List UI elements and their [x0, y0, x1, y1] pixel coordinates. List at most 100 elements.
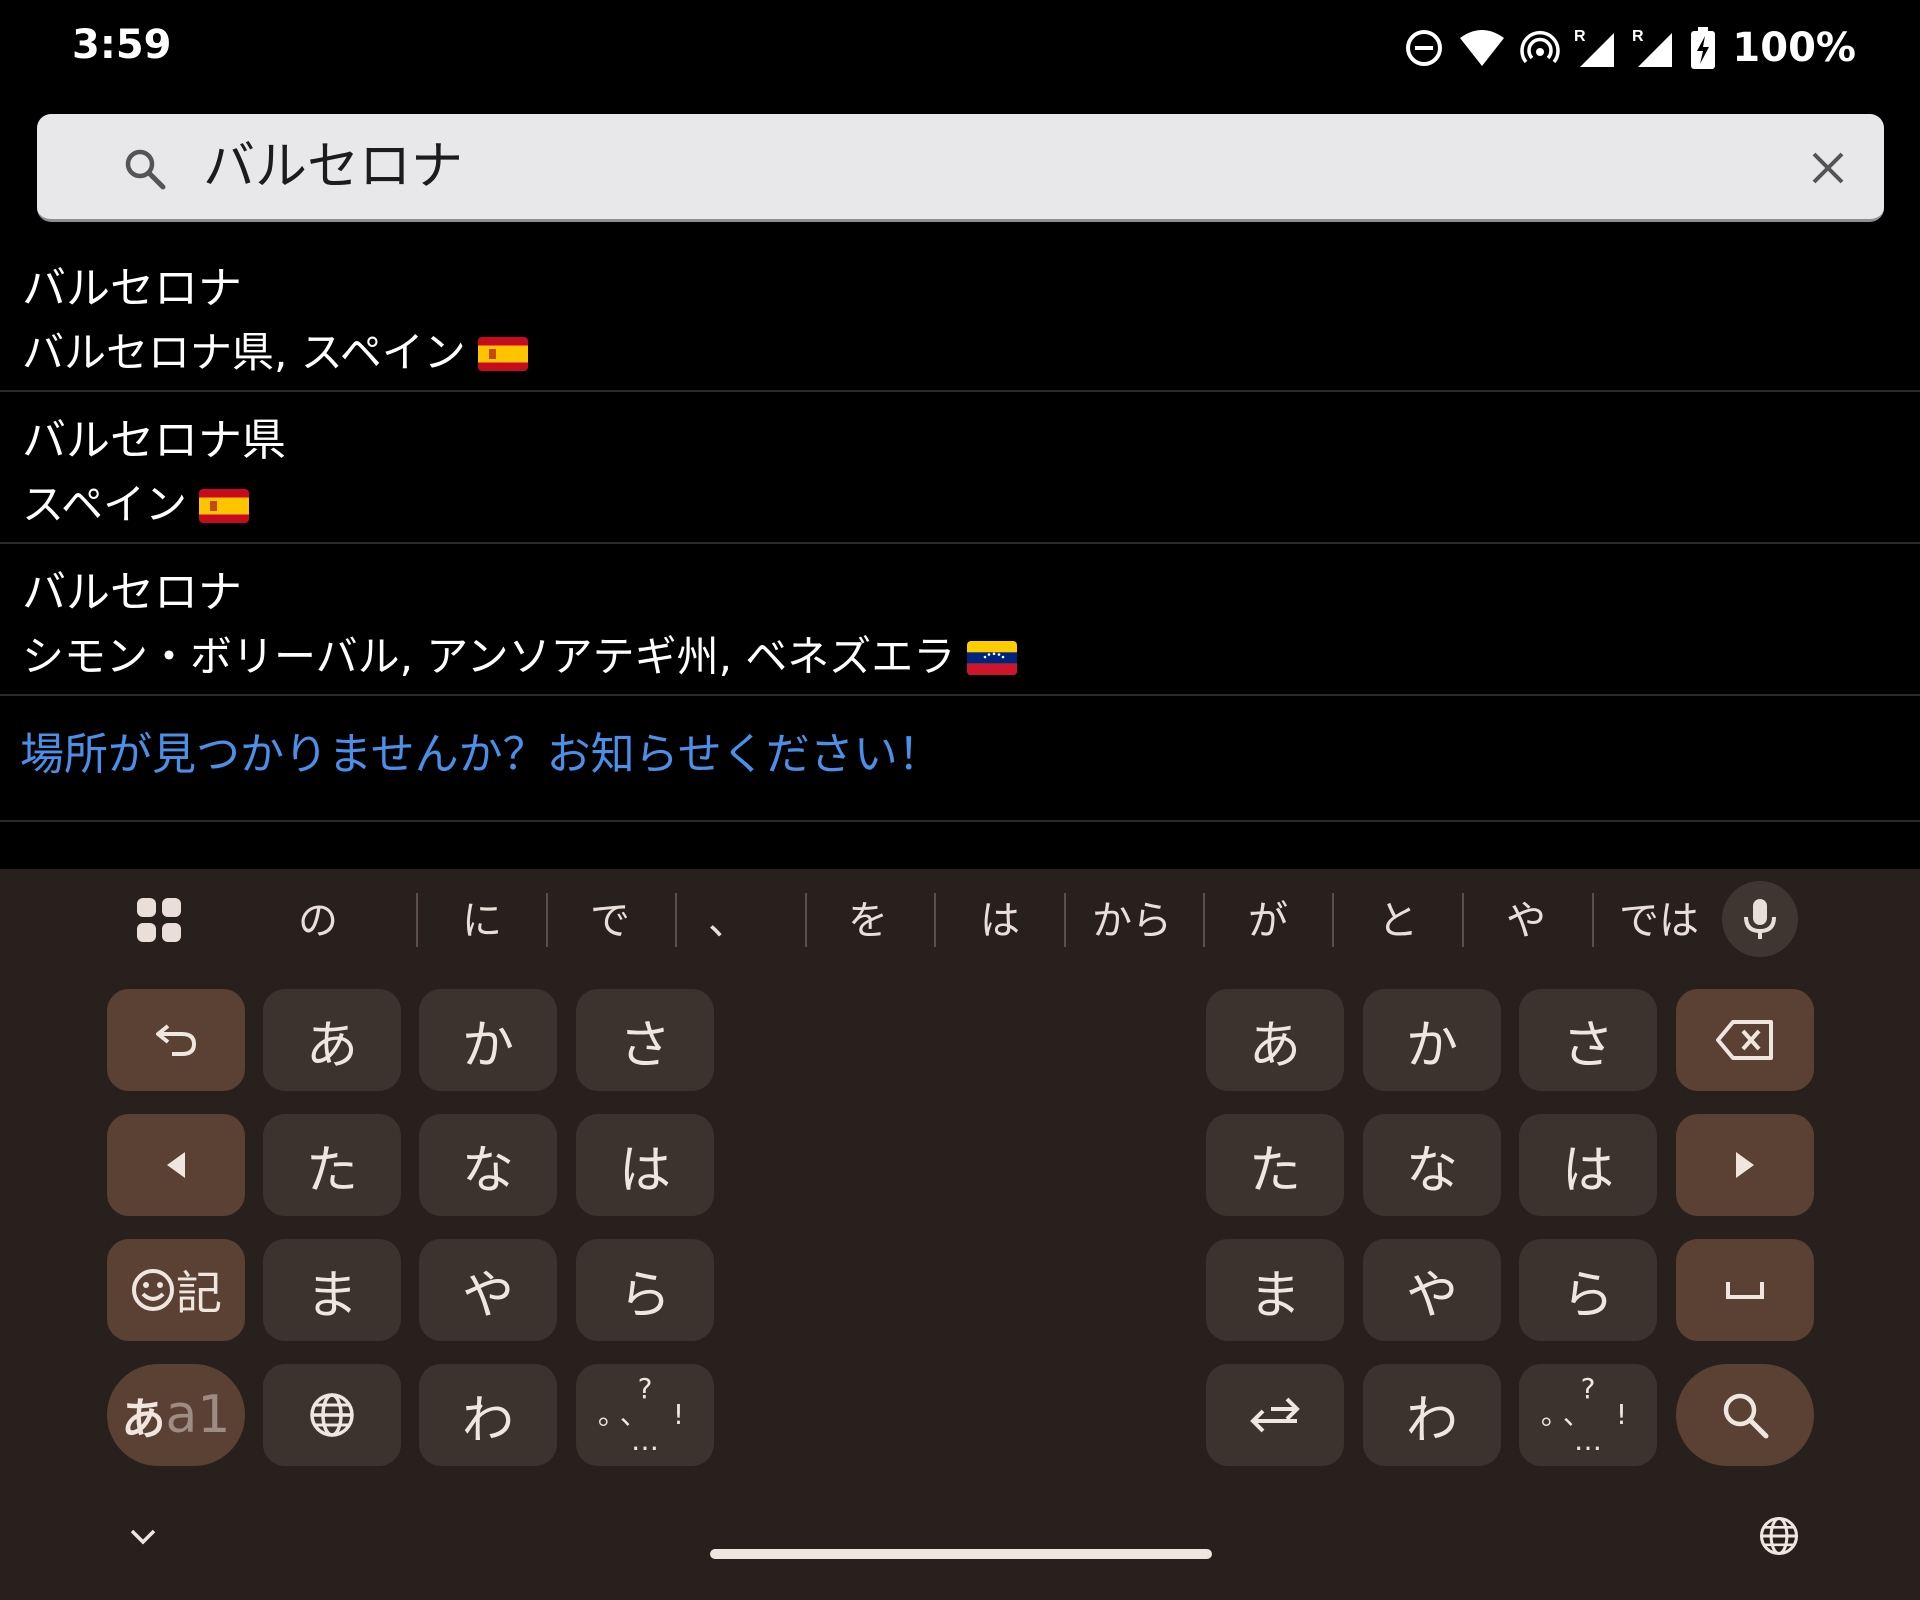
voice-input-button[interactable]: [1722, 881, 1798, 957]
mode-label-alnum: a1: [165, 1385, 231, 1445]
suggestion-item[interactable]: や: [1486, 893, 1566, 949]
kana-key-ma[interactable]: ま: [1206, 1239, 1344, 1341]
backspace-key[interactable]: [1676, 989, 1814, 1091]
emoji-symbol-key[interactable]: 記: [107, 1239, 245, 1341]
kana-key-a[interactable]: あ: [1206, 989, 1344, 1091]
undo-icon: [156, 1024, 197, 1056]
search-input[interactable]: バルセロナ: [203, 134, 463, 200]
mode-label-kana: あ: [121, 1394, 166, 1445]
battery-charging-icon: [1691, 27, 1716, 69]
kana-key-a[interactable]: あ: [263, 989, 401, 1091]
wifi-icon: [1460, 30, 1505, 66]
punctuation-key[interactable]: ? 。、 ! …: [576, 1364, 714, 1466]
result-subtitle: バルセロナ県, スペイン: [22, 326, 528, 380]
result-title: バルセロナ: [22, 263, 242, 314]
kana-key-na[interactable]: な: [419, 1114, 557, 1216]
result-subtitle: スペイン: [22, 478, 250, 532]
kana-key-ra[interactable]: ら: [576, 1239, 714, 1341]
spain-flag-icon: [477, 337, 528, 371]
signal-roaming-icon: R: [1632, 28, 1673, 67]
feedback-link[interactable]: 場所が見つかりませんか？お知らせください！: [20, 726, 942, 784]
suggestion-divider: [1064, 893, 1066, 947]
result-title: バルセロナ: [22, 567, 242, 618]
feedback-row[interactable]: 場所が見つかりませんか？お知らせください！: [0, 696, 1920, 822]
kana-key-ma[interactable]: ま: [263, 1239, 401, 1341]
kana-key-ta[interactable]: た: [1206, 1114, 1344, 1216]
swap-arrows-icon: [1250, 1397, 1300, 1433]
spain-flag-icon: [199, 489, 250, 523]
suggestion-divider: [416, 893, 418, 947]
kana-key-na[interactable]: な: [1363, 1114, 1501, 1216]
result-item[interactable]: バルセロナ バルセロナ県, スペイン: [0, 240, 1920, 392]
kana-key-ka[interactable]: か: [419, 989, 557, 1091]
suggestion-item[interactable]: では: [1614, 893, 1704, 949]
symbol-label: 記: [176, 1266, 222, 1320]
suggestion-divider: [1332, 893, 1334, 947]
globe-icon[interactable]: [1758, 1515, 1800, 1557]
kana-key-ha[interactable]: は: [1519, 1114, 1657, 1216]
result-item[interactable]: バルセロナ シモン・ボリーバル, アンソアテギ州, ベネズエラ: [0, 544, 1920, 696]
svg-text:R: R: [1632, 28, 1644, 45]
suggestion-item[interactable]: に: [442, 893, 522, 949]
venezuela-flag-icon: [967, 641, 1018, 675]
language-key[interactable]: [263, 1364, 401, 1466]
space-key[interactable]: [1676, 1239, 1814, 1341]
close-icon[interactable]: [1808, 148, 1848, 188]
navigation-handle[interactable]: [710, 1549, 1212, 1559]
suggestion-divider: [1592, 893, 1594, 947]
suggestion-divider: [805, 893, 807, 947]
kana-key-sa[interactable]: さ: [576, 989, 714, 1091]
search-icon: [125, 149, 166, 190]
suggestion-divider: [675, 893, 677, 947]
hotspot-icon: [1520, 31, 1561, 64]
arrow-left-icon: [167, 1152, 185, 1178]
suggestion-divider: [546, 893, 548, 947]
kana-key-ra[interactable]: ら: [1519, 1239, 1657, 1341]
keyboard-apps-icon[interactable]: [136, 897, 182, 943]
suggestion-item[interactable]: から: [1082, 893, 1182, 949]
signal-roaming-icon: R: [1574, 28, 1615, 67]
search-enter-key[interactable]: [1676, 1364, 1814, 1466]
status-bar: 3:59 R R 100%: [0, 0, 1920, 100]
suggestion-item[interactable]: は: [960, 893, 1040, 949]
svg-text:R: R: [1574, 28, 1586, 45]
kana-key-wa[interactable]: わ: [419, 1364, 557, 1466]
kana-key-sa[interactable]: さ: [1519, 989, 1657, 1091]
kana-key-wa[interactable]: わ: [1363, 1364, 1501, 1466]
backspace-icon: [1716, 1020, 1773, 1060]
emoji-icon: [132, 1269, 174, 1311]
suggestion-item[interactable]: 、: [688, 893, 768, 949]
cursor-right-key[interactable]: [1676, 1114, 1814, 1216]
suggestion-item[interactable]: で: [570, 893, 650, 949]
suggestion-divider: [1203, 893, 1205, 947]
status-time: 3:59: [72, 22, 172, 68]
suggestion-item[interactable]: と: [1358, 893, 1438, 949]
punctuation-key[interactable]: ? 。、 ! …: [1519, 1364, 1657, 1466]
suggestion-strip: の に で 、 を は から が と や では: [0, 869, 1920, 973]
result-title: バルセロナ県: [22, 415, 286, 466]
chevron-down-icon[interactable]: [128, 1521, 158, 1551]
search-bar[interactable]: バルセロナ: [37, 114, 1884, 222]
suggestion-item[interactable]: を: [828, 893, 908, 949]
swap-hand-key[interactable]: [1206, 1364, 1344, 1466]
suggestion-divider: [934, 893, 936, 947]
input-mode-key[interactable]: あ a1: [107, 1364, 245, 1466]
battery-percent: 100%: [1732, 25, 1856, 71]
kana-key-ta[interactable]: た: [263, 1114, 401, 1216]
result-item[interactable]: バルセロナ県 スペイン: [0, 392, 1920, 544]
microphone-icon: [1744, 899, 1776, 939]
kana-key-ya[interactable]: や: [1363, 1239, 1501, 1341]
suggestion-item[interactable]: の: [278, 893, 358, 949]
suggestion-divider: [1462, 893, 1464, 947]
undo-key[interactable]: [107, 989, 245, 1091]
kana-key-ka[interactable]: か: [1363, 989, 1501, 1091]
punct-bottom: …: [631, 1424, 659, 1457]
kana-key-ya[interactable]: や: [419, 1239, 557, 1341]
cursor-left-key[interactable]: [107, 1114, 245, 1216]
punct-bottom: …: [1574, 1424, 1602, 1457]
status-icons: R R 100%: [1404, 24, 1856, 72]
arrow-right-icon: [1736, 1152, 1754, 1178]
keyboard: の に で 、 を は から が と や では あ か さ た な は 記 ま …: [0, 869, 1920, 1600]
kana-key-ha[interactable]: は: [576, 1114, 714, 1216]
suggestion-item[interactable]: が: [1228, 893, 1308, 949]
